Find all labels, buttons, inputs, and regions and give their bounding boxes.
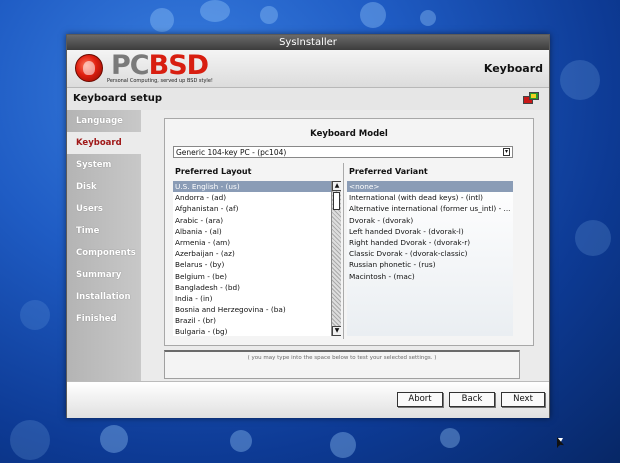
layout-header: Preferred Layout xyxy=(175,167,252,176)
variant-header: Preferred Variant xyxy=(349,167,428,176)
sidebar-item-components: Components xyxy=(76,248,136,258)
steps-sidebar: Language Keyboard System Disk Users Time… xyxy=(67,110,141,381)
layout-list[interactable]: U.S. English - (us) Andorra - (ad) Afghani… xyxy=(173,181,341,336)
pcbsd-logo-icon xyxy=(75,54,103,82)
chevron-down-icon[interactable]: ▾ xyxy=(503,148,510,156)
layout-list-item[interactable]: Andorra - (ad) xyxy=(173,192,331,203)
scroll-up-icon[interactable]: ▲ xyxy=(332,181,341,191)
keyboard-panel: Keyboard Model Generic 104-key PC - (pc1… xyxy=(164,118,534,346)
layout-list-item[interactable]: Arabic - (ara) xyxy=(173,215,331,226)
variant-list-item[interactable]: Classic Dvorak - (dvorak-classic) xyxy=(347,248,513,259)
mouse-pointer-icon xyxy=(558,438,563,447)
button-bar: Abort Back Next xyxy=(67,381,549,418)
page-title: Keyboard xyxy=(483,62,543,75)
sidebar-item-installation: Installation xyxy=(76,292,131,302)
layout-list-item[interactable]: Bosnia and Herzegovina - (ba) xyxy=(173,304,331,315)
variant-list-item[interactable]: Macintosh - (mac) xyxy=(347,271,513,282)
sidebar-item-keyboard: Keyboard xyxy=(67,132,141,154)
installer-window: SysInstaller PCBSD Personal Computing, s… xyxy=(66,34,550,418)
layout-list-item[interactable]: U.S. English - (us) xyxy=(173,181,331,193)
keyboard-model-select[interactable]: Generic 104-key PC - (pc104) ▾ xyxy=(173,146,513,158)
sidebar-item-system: System xyxy=(76,160,112,170)
variant-list-item[interactable]: Dvorak - (dvorak) xyxy=(347,215,513,226)
keyboard-model-label: Keyboard Model xyxy=(310,129,388,139)
layout-list-item[interactable]: Belgium - (be) xyxy=(173,271,331,282)
variant-list-item[interactable]: Russian phonetic - (rus) xyxy=(347,259,513,270)
variant-list-item[interactable]: <none> xyxy=(347,181,513,193)
variant-list-item[interactable]: International (with dead keys) - (intl) xyxy=(347,192,513,203)
layout-list-item[interactable]: India - (in) xyxy=(173,293,331,304)
abort-button[interactable]: Abort xyxy=(397,392,443,407)
layout-list-item[interactable]: Bangladesh - (bd) xyxy=(173,282,331,293)
variant-list-item[interactable]: Left handed Dvorak - (dvorak-l) xyxy=(347,226,513,237)
column-divider xyxy=(343,163,344,339)
section-title: Keyboard setup xyxy=(73,93,163,104)
scroll-down-icon[interactable]: ▼ xyxy=(332,326,341,336)
section-header: Keyboard setup xyxy=(67,88,549,110)
pcbsd-logo-text: PCBSD xyxy=(111,50,209,81)
sidebar-item-finished: Finished xyxy=(76,314,117,324)
test-hint: ( you may type into the space below to t… xyxy=(247,355,437,361)
content-area: Keyboard Model Generic 104-key PC - (pc1… xyxy=(141,110,549,381)
variant-list-item[interactable]: Alternative international (former us_int… xyxy=(347,203,513,214)
variant-list-item[interactable]: Right handed Dvorak - (dvorak-r) xyxy=(347,237,513,248)
keyboard-flags-icon xyxy=(523,90,541,106)
variant-list[interactable]: <none> International (with dead keys) - (… xyxy=(347,181,513,336)
layout-list-item[interactable]: Albania - (al) xyxy=(173,226,331,237)
layout-list-item[interactable]: Bulgaria - (bg) xyxy=(173,326,331,336)
sidebar-item-summary: Summary xyxy=(76,270,122,280)
layout-scrollbar[interactable]: ▲ ▼ xyxy=(331,181,341,336)
keyboard-test-input[interactable]: ( you may type into the space below to t… xyxy=(164,350,520,379)
sidebar-item-disk: Disk xyxy=(76,182,97,192)
banner: PCBSD Personal Computing, served up BSD … xyxy=(67,50,549,88)
layout-list-item[interactable]: Belarus - (by) xyxy=(173,259,331,270)
next-button[interactable]: Next xyxy=(501,392,545,407)
layout-list-item[interactable]: Azerbaijan - (az) xyxy=(173,248,331,259)
sidebar-item-language: Language xyxy=(76,116,123,126)
tagline: Personal Computing, served up BSD style! xyxy=(107,78,213,84)
back-button[interactable]: Back xyxy=(449,392,495,407)
layout-list-item[interactable]: Armenia - (am) xyxy=(173,237,331,248)
scroll-thumb[interactable] xyxy=(333,192,340,210)
layout-list-item[interactable]: Afghanistan - (af) xyxy=(173,203,331,214)
keyboard-model-value: Generic 104-key PC - (pc104) xyxy=(176,148,287,157)
layout-list-item[interactable]: Brazil - (br) xyxy=(173,315,331,326)
window-title: SysInstaller xyxy=(67,35,549,50)
sidebar-item-users: Users xyxy=(76,204,103,214)
sidebar-item-time: Time xyxy=(76,226,100,236)
